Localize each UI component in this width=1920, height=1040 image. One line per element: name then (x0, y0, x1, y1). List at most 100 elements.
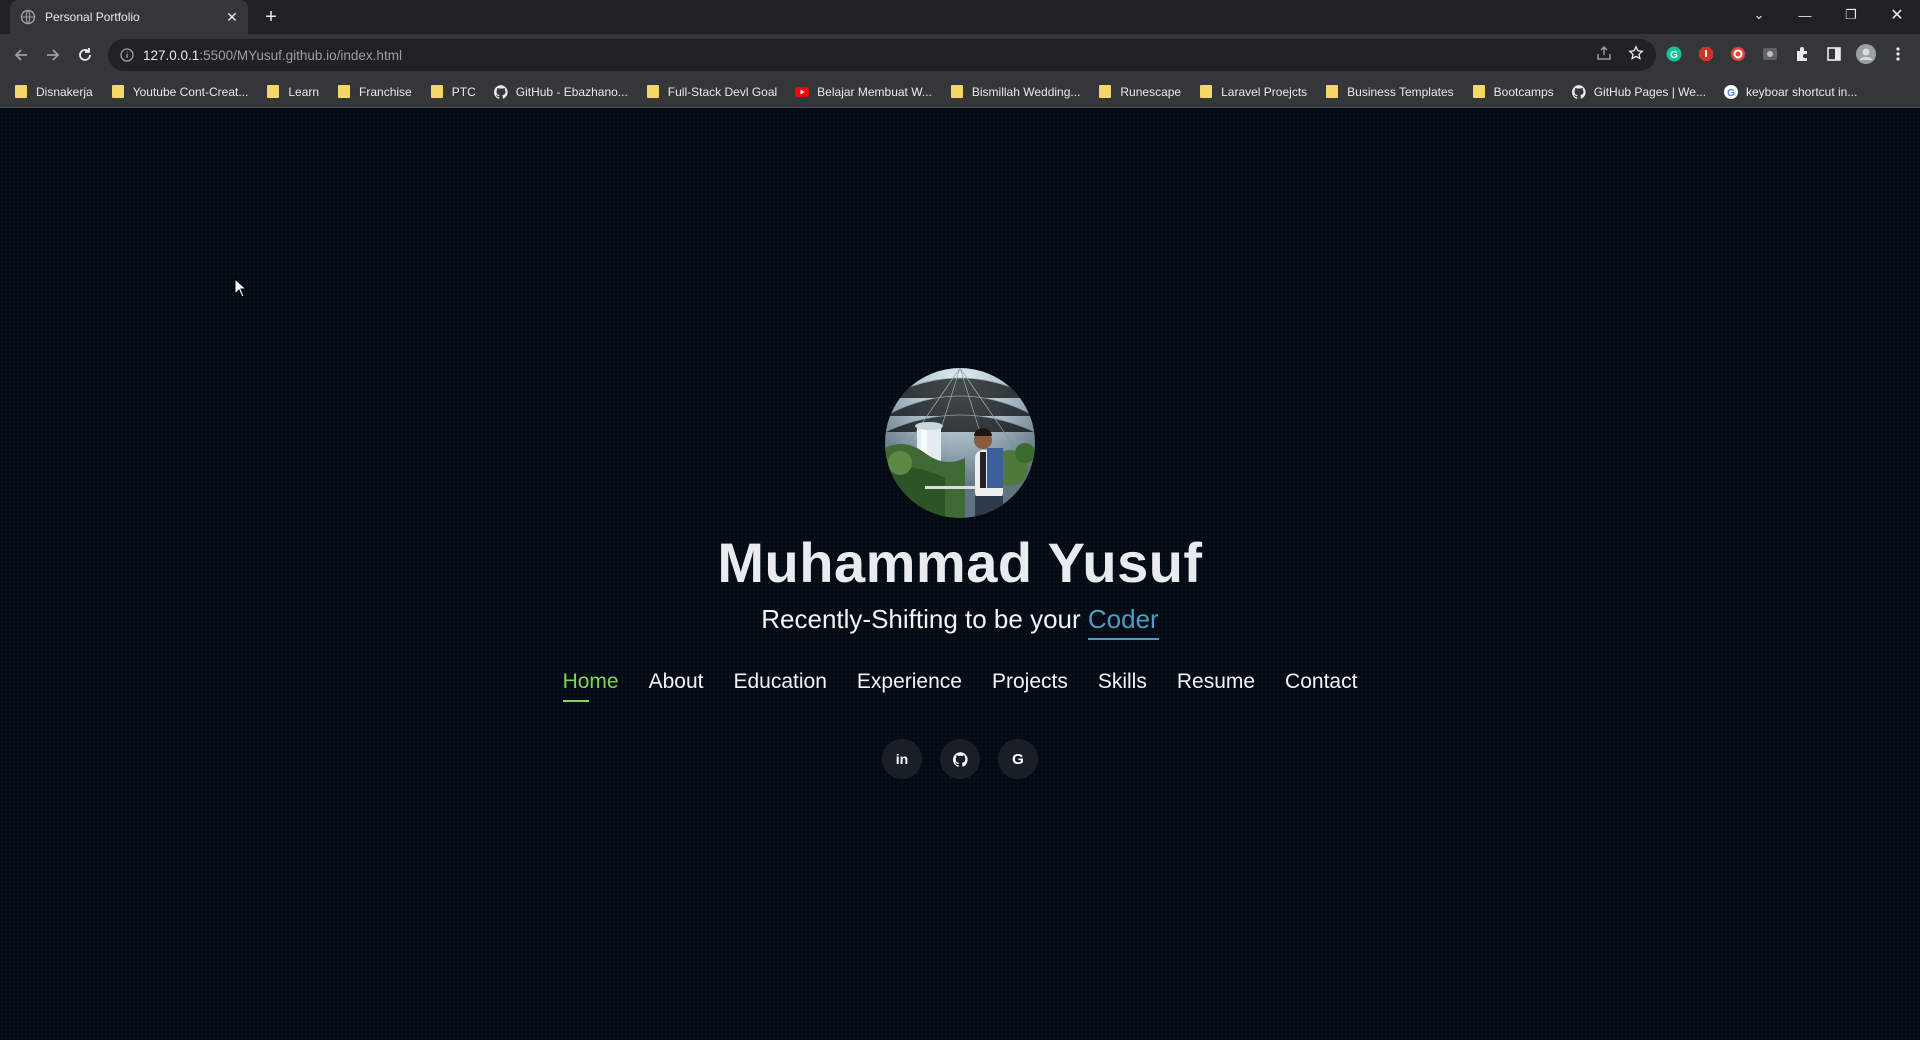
share-icon[interactable] (1596, 45, 1612, 66)
folder-icon (266, 85, 280, 99)
nav-link-education[interactable]: Education (734, 670, 827, 702)
folder-icon (430, 85, 444, 99)
github-icon (952, 751, 968, 767)
google-icon: G (1723, 84, 1738, 99)
github-icon (1571, 84, 1586, 99)
close-window-button[interactable]: ✕ (1874, 0, 1920, 30)
google-icon: G (1012, 750, 1024, 768)
hero-subtitle: Recently-Shifting to be your Coder (0, 604, 1920, 640)
bookmark-item[interactable]: Belajar Membuat W... (795, 85, 932, 99)
url-host: 127.0.0.1 (143, 47, 200, 63)
new-tab-button[interactable]: + (259, 5, 283, 29)
browser-toolbar: 127.0.0.1:5500/MYusuf.github.io/index.ht… (0, 34, 1920, 76)
bookmark-label: Franchise (359, 84, 412, 99)
nav-link-projects[interactable]: Projects (992, 670, 1068, 702)
screenshot-extension-icon[interactable] (1760, 44, 1780, 64)
folder-icon (1325, 85, 1339, 99)
bookmark-star-icon[interactable] (1628, 45, 1644, 66)
bookmark-item[interactable]: Runescape (1098, 85, 1181, 99)
bookmark-item[interactable]: Laravel Proejcts (1199, 85, 1307, 99)
extensions-puzzle-icon[interactable] (1792, 44, 1812, 64)
bookmark-item[interactable]: Disnakerja (14, 85, 93, 99)
restore-button[interactable]: ❐ (1828, 0, 1874, 30)
bookmark-label: PTC (451, 84, 476, 99)
nav-link-skills[interactable]: Skills (1098, 670, 1147, 702)
nav-link-about[interactable]: About (649, 670, 704, 702)
side-panel-icon[interactable] (1824, 44, 1844, 64)
folder-icon (14, 85, 28, 99)
bookmark-item[interactable]: Full-Stack Devl Goal (646, 85, 777, 99)
profile-photo (885, 368, 1035, 518)
bookmark-label: keyboar shortcut in... (1745, 84, 1858, 99)
linkedin-link-button[interactable]: in (882, 739, 922, 779)
bookmark-label: Full-Stack Devl Goal (667, 84, 778, 99)
linkedin-icon: in (895, 751, 909, 767)
nav-link-home[interactable]: Home (562, 670, 619, 702)
adblock-extension-icon[interactable] (1696, 44, 1716, 64)
tab-strip: Personal Portfolio ✕ + ⌄ — ❐ ✕ (0, 0, 1920, 34)
reload-button[interactable] (73, 43, 97, 67)
bookmark-label: GitHub Pages | We... (1593, 84, 1706, 99)
youtube-icon (795, 85, 810, 99)
bookmark-item[interactable]: Youtube Cont-Creat... (111, 84, 249, 99)
bookmark-label: Laravel Proejcts (1221, 84, 1308, 99)
info-icon[interactable] (120, 48, 134, 62)
svg-text:G: G (1727, 88, 1735, 99)
tab-title: Personal Portfolio (45, 10, 140, 24)
nav-link-experience[interactable]: Experience (857, 670, 962, 702)
hero-name: Muhammad Yusuf (717, 531, 1203, 594)
folder-icon (1098, 85, 1112, 99)
github-link-button[interactable] (940, 739, 980, 779)
bookmark-label: GitHub - Ebazhano... (515, 84, 628, 99)
forward-button[interactable] (41, 43, 65, 67)
bookmark-item[interactable]: Bismillah Wedding... (950, 84, 1081, 99)
mouse-cursor-icon (234, 278, 248, 298)
forward-arrow-icon (47, 49, 60, 61)
bookmark-item[interactable]: Bootcamps (1472, 85, 1554, 99)
social-links: in G (0, 739, 1920, 779)
url-path: :5500/MYusuf.github.io/index.html (199, 47, 402, 63)
bookmark-item[interactable]: Learn (266, 85, 319, 99)
nav-link-resume[interactable]: Resume (1177, 670, 1255, 702)
bookmark-label: Youtube Cont-Creat... (132, 84, 249, 99)
bookmark-item[interactable]: GitHub - Ebazhano... (493, 84, 628, 99)
bookmark-item[interactable]: Franchise (337, 85, 412, 99)
menu-kebab-icon[interactable] (1888, 44, 1908, 64)
bookmark-label: Disnakerja (36, 84, 93, 99)
bookmark-item[interactable]: PTC (430, 85, 476, 99)
bookmark-label: Bismillah Wedding... (971, 84, 1081, 99)
bookmark-label: Business Templates (1347, 84, 1454, 99)
subtitle-prefix: Recently-Shifting to be your (761, 604, 1088, 634)
bookmark-label: Bootcamps (1493, 84, 1554, 99)
subtitle-role-typed: Coder (1087, 604, 1159, 640)
folder-icon (337, 85, 351, 99)
ublock-extension-icon[interactable] (1728, 44, 1748, 64)
portfolio-page: Muhammad Yusuf Recently-Shifting to be y… (0, 108, 1920, 1040)
folder-icon (1199, 85, 1213, 99)
bookmark-label: Runescape (1120, 84, 1182, 99)
grammarly-extension-icon[interactable]: G (1664, 44, 1684, 64)
bookmark-item[interactable]: Gkeyboar shortcut in... (1723, 84, 1858, 99)
folder-icon (646, 85, 660, 99)
main-nav: Home About Education Experience Projects Skil… (0, 670, 1920, 702)
minimize-button[interactable]: — (1782, 0, 1828, 30)
reload-icon (79, 48, 91, 61)
google-link-button[interactable]: G (998, 739, 1038, 779)
tab-search-icon[interactable]: ⌄ (1736, 0, 1782, 30)
bookmark-label: Belajar Membuat W... (817, 84, 932, 99)
address-bar[interactable]: 127.0.0.1:5500/MYusuf.github.io/index.ht… (108, 39, 1656, 71)
github-icon (493, 84, 508, 99)
profile-avatar-icon[interactable] (1856, 44, 1876, 64)
browser-tab[interactable]: Personal Portfolio ✕ (10, 0, 248, 34)
bookmark-item[interactable]: Business Templates (1325, 85, 1454, 99)
folder-icon (111, 85, 125, 99)
bookmarks-bar: Disnakerja Youtube Cont-Creat... Learn Fran… (0, 76, 1920, 108)
bookmark-label: Learn (288, 84, 320, 99)
bookmark-item[interactable]: GitHub Pages | We... (1571, 84, 1706, 99)
globe-icon (20, 9, 36, 25)
back-button[interactable] (9, 43, 33, 67)
back-arrow-icon (14, 49, 27, 61)
svg-text:G: G (1670, 50, 1678, 61)
nav-link-contact[interactable]: Contact (1285, 670, 1357, 702)
tab-close-icon[interactable]: ✕ (224, 9, 240, 25)
